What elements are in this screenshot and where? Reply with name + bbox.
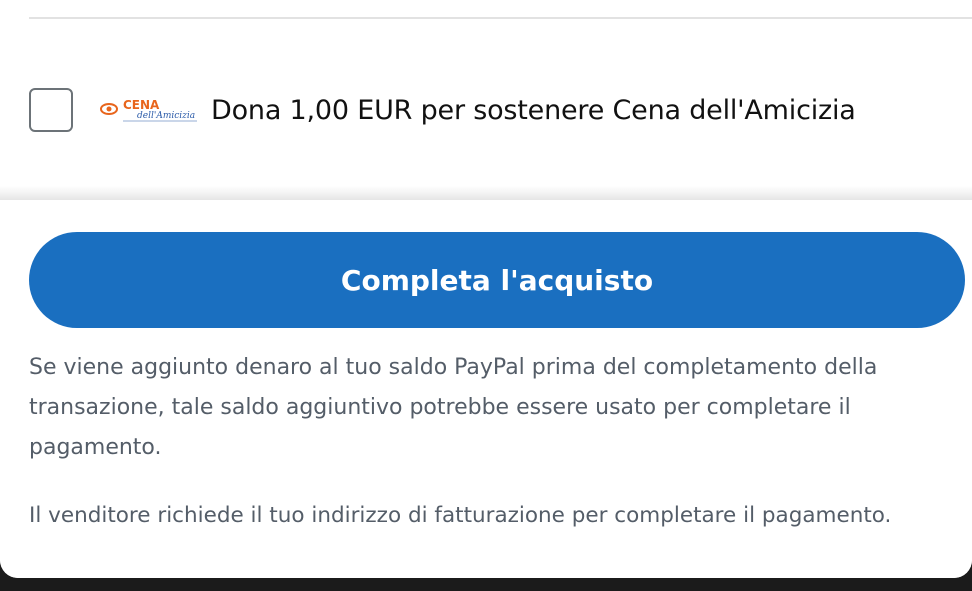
billing-notice: Il venditore richiede il tuo indirizzo d… bbox=[29, 503, 892, 528]
charity-logo: CENA dell'Amicizia bbox=[99, 97, 201, 123]
checkout-panel: Completa l'acquisto Se viene aggiunto de… bbox=[0, 200, 972, 578]
checkout-page: CENA dell'Amicizia Dona 1,00 EUR per sos… bbox=[0, 0, 972, 578]
donation-label: Dona 1,00 EUR per sostenere Cena dell'Am… bbox=[211, 94, 856, 126]
donation-option[interactable]: CENA dell'Amicizia Dona 1,00 EUR per sos… bbox=[29, 86, 856, 134]
section-shadow bbox=[0, 186, 972, 200]
balance-notice: Se viene aggiunto denaro al tuo saldo Pa… bbox=[29, 355, 878, 460]
divider bbox=[29, 17, 972, 19]
charity-logo-line2: dell'Amicizia bbox=[137, 111, 195, 121]
donation-checkbox[interactable] bbox=[29, 88, 73, 132]
charity-logo-mark-icon bbox=[100, 103, 118, 115]
complete-purchase-button[interactable]: Completa l'acquisto bbox=[29, 232, 965, 328]
charity-logo-line1: CENA bbox=[123, 98, 160, 112]
